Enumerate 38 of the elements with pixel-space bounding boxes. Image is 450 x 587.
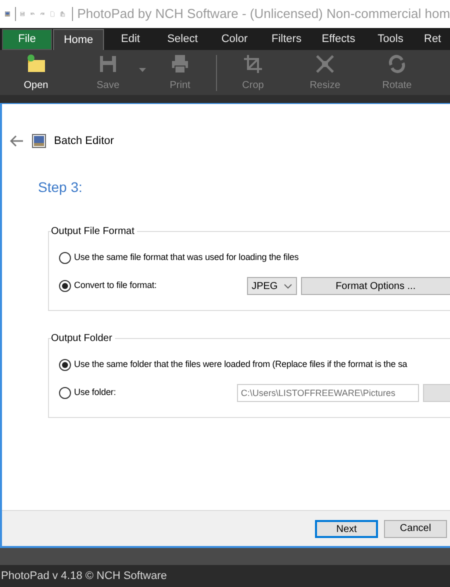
- option-label: Use the same file format that was used for loading the files: [74, 251, 299, 264]
- dialog-title: Batch Editor: [54, 134, 114, 149]
- caret-icon: [138, 68, 146, 72]
- window-title: PhotoPad by NCH Software - (Unlicensed) Non-commercial hom: [77, 5, 450, 24]
- resize-icon: [314, 52, 336, 74]
- format-dropdown[interactable]: JPEG: [246, 277, 297, 295]
- menu-tab[interactable]: Tools: [365, 29, 416, 50]
- step-heading: Step 3:: [38, 178, 82, 197]
- format-options-button[interactable]: Format Options ...: [300, 277, 450, 295]
- menu-tab[interactable]: Select: [157, 29, 208, 50]
- status-text: PhotoPad v 4.18 © NCH Software: [1, 568, 167, 584]
- radio-button[interactable]: [59, 359, 71, 371]
- menu-tab[interactable]: Effects: [313, 29, 364, 50]
- option-label: Use folder:: [74, 386, 116, 400]
- option-label: Use the same folder that the files were loaded from (Replace files if the format is the sa: [74, 358, 408, 372]
- back-arrow-icon[interactable]: [10, 135, 24, 147]
- crop-icon: [242, 52, 264, 74]
- menu-tab[interactable]: Ret: [417, 29, 448, 50]
- toolbar-button[interactable]: Open: [0, 50, 72, 95]
- menu-tab[interactable]: Home: [53, 29, 104, 50]
- app-icon: [32, 134, 46, 148]
- option-label: Convert to file format:: [74, 279, 157, 292]
- printer-icon: [169, 52, 191, 74]
- chevron-down-icon: [284, 284, 292, 288]
- radio-button[interactable]: [59, 280, 71, 292]
- menu-tab[interactable]: Filters: [261, 29, 312, 50]
- radio-button[interactable]: [59, 252, 71, 264]
- menu-tab[interactable]: Edit: [105, 29, 156, 50]
- folder-icon: [25, 52, 47, 74]
- menu-tab[interactable]: Color: [209, 29, 260, 50]
- dialog-button[interactable]: Cancel: [384, 520, 447, 538]
- dialog-button[interactable]: Next: [315, 520, 378, 538]
- group-label: Output Folder: [51, 331, 116, 346]
- menu-tab[interactable]: File: [2, 29, 52, 50]
- radio-button[interactable]: [59, 387, 71, 399]
- group-label: Output File Format: [51, 224, 138, 239]
- folder-field[interactable]: C:\Users\LISTOFFREEWARE\Pictures: [236, 384, 419, 402]
- rotate-icon: [386, 52, 408, 74]
